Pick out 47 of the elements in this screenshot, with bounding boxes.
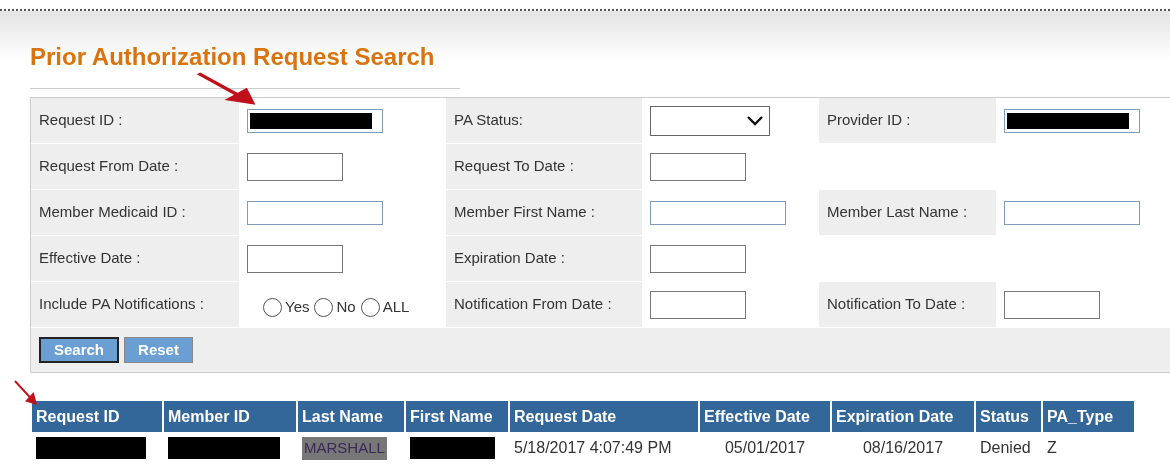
input-field[interactable] xyxy=(1004,200,1140,225)
column-header: Expiration Date xyxy=(832,401,974,432)
field-label: Request To Date : xyxy=(454,156,574,177)
column-header: Last Name xyxy=(298,401,404,432)
field-label: Request ID : xyxy=(39,110,123,131)
input-field[interactable] xyxy=(650,200,786,225)
date-field[interactable] xyxy=(247,152,343,181)
radio-option[interactable]: No xyxy=(314,296,356,319)
column-header: Member ID xyxy=(164,401,296,432)
field-label: PA Status: xyxy=(454,110,523,131)
column-header: PA_Type xyxy=(1043,401,1134,432)
field-label: Member Medicaid ID : xyxy=(39,202,186,223)
column-header: Effective Date xyxy=(700,401,830,432)
column-header: First Name xyxy=(406,401,508,432)
input-field[interactable] xyxy=(247,108,383,133)
field-label: Effective Date : xyxy=(39,248,141,269)
input-field[interactable] xyxy=(1004,108,1140,133)
table-cell: 05/01/2017 xyxy=(724,439,806,456)
status-dropdown[interactable] xyxy=(650,105,770,136)
table-cell: MARSHALL xyxy=(302,437,387,460)
table-cell: Denied xyxy=(980,439,1031,456)
field-label: Member Last Name : xyxy=(827,202,968,223)
table-cell: 08/16/2017 xyxy=(862,439,944,456)
column-header: Request ID xyxy=(32,401,162,432)
date-field[interactable] xyxy=(247,244,343,273)
field-label: Expiration Date : xyxy=(454,248,565,269)
radio-option[interactable]: ALL xyxy=(360,296,410,319)
field-label: Notification To Date : xyxy=(827,294,966,315)
date-field[interactable] xyxy=(1004,290,1100,319)
field-label: Member First Name : xyxy=(454,202,595,223)
date-field[interactable] xyxy=(650,244,746,273)
table-cell: Z xyxy=(1047,439,1057,456)
annotation-arrow xyxy=(14,380,38,406)
field-label: Request From Date : xyxy=(39,156,179,177)
field-label: Provider ID : xyxy=(827,110,911,131)
chevron-down-icon xyxy=(747,115,763,126)
page-title: Prior Authorization Request Search xyxy=(30,42,435,72)
radio-option[interactable]: Yes xyxy=(263,296,310,319)
column-header: Request Date xyxy=(510,401,698,432)
date-field[interactable] xyxy=(650,290,746,319)
table-cell: 5/18/2017 4:07:49 PM xyxy=(514,439,672,456)
date-field[interactable] xyxy=(650,152,746,181)
annotation-arrow xyxy=(196,72,258,106)
field-label: Include PA Notifications : xyxy=(39,294,204,315)
field-label: Notification From Date : xyxy=(454,294,612,315)
column-header: Status xyxy=(976,401,1041,432)
input-field[interactable] xyxy=(247,200,383,225)
